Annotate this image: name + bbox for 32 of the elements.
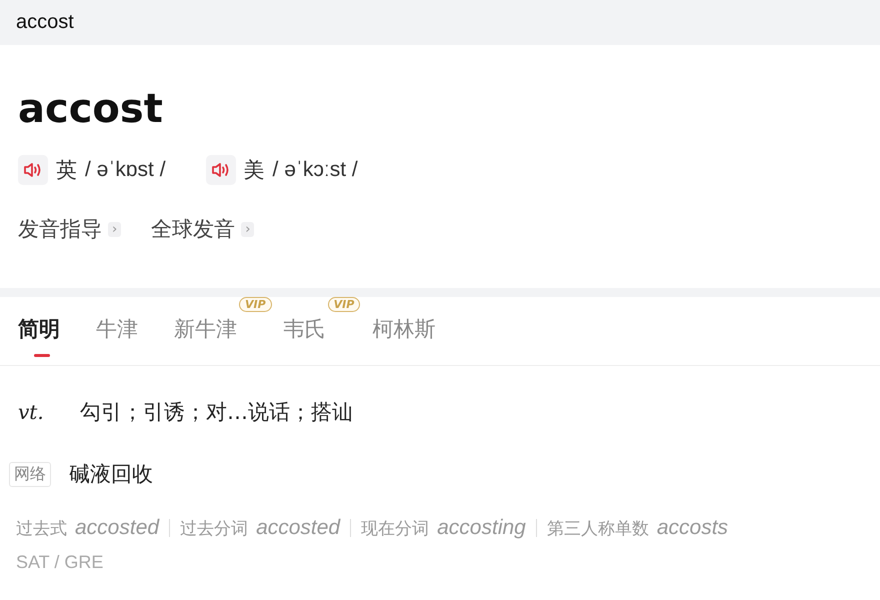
- dictionary-tab[interactable]: 新牛津: [174, 297, 237, 359]
- exam-tags: SAT / GRE: [0, 540, 880, 573]
- pronunciation-link[interactable]: 发音指导: [18, 215, 102, 243]
- form-label: 第三人称单数: [546, 518, 649, 540]
- speaker-icon[interactable]: [206, 155, 236, 185]
- part-of-speech: vt.: [18, 400, 45, 424]
- vip-badge: VIP: [239, 297, 272, 312]
- definition-text: 碱液回收: [69, 461, 153, 488]
- headword: accost: [18, 85, 164, 133]
- dictionary-tab[interactable]: 简明: [18, 297, 60, 359]
- source-tag: 网络: [9, 462, 51, 486]
- region-label: 英: [56, 157, 77, 184]
- word-form[interactable]: accosts: [656, 516, 728, 540]
- pronunciation-link[interactable]: 全球发音: [151, 215, 236, 243]
- dictionary-tab[interactable]: 韦氏: [284, 297, 326, 359]
- chevron-icon: ›: [241, 222, 254, 236]
- word-form[interactable]: accosted: [256, 516, 340, 540]
- speaker-icon[interactable]: [18, 155, 48, 185]
- form-label: 现在分词: [361, 518, 430, 540]
- word-form[interactable]: accosted: [75, 516, 160, 540]
- word-form[interactable]: accosting: [437, 516, 526, 540]
- definition-text: 勾引；引诱；对…说话；搭讪: [80, 399, 353, 426]
- chevron-icon: ›: [108, 222, 122, 236]
- form-label: 过去分词: [180, 518, 248, 540]
- dictionary-tab[interactable]: 牛津: [96, 297, 138, 359]
- phonetic-text: / əˈkɔːst /: [272, 158, 358, 182]
- region-label: 美: [244, 157, 265, 184]
- phonetic-text: / əˈkɒst /: [85, 158, 166, 182]
- form-label: 过去式: [16, 518, 67, 540]
- vip-badge: VIP: [328, 297, 360, 312]
- search-field[interactable]: accost: [0, 0, 880, 45]
- dictionary-tab[interactable]: 柯林斯: [372, 297, 436, 359]
